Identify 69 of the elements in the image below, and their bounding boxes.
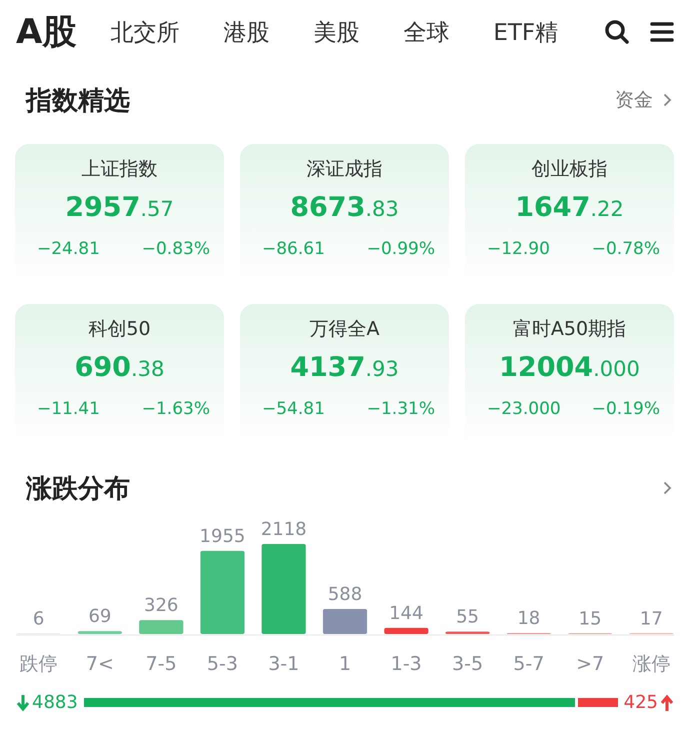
market-tab[interactable]: A股 <box>16 9 76 55</box>
market-tab[interactable]: ETF精 <box>493 16 558 48</box>
bar-value: 144 <box>389 602 424 624</box>
index-name: 富时A50期指 <box>512 317 626 342</box>
change-percent: −0.99% <box>366 239 435 259</box>
index-value: 1647.22 <box>515 192 624 223</box>
index-value: 4137.93 <box>290 352 399 383</box>
category-label: >7 <box>576 653 604 675</box>
category-label: 3-5 <box>452 653 484 675</box>
chevron-icon[interactable] <box>663 93 672 107</box>
change-value: −11.41 <box>37 399 100 419</box>
change-value: −12.90 <box>487 239 550 259</box>
market-tab[interactable]: 全球 <box>403 16 450 48</box>
index-value: 2957.57 <box>65 192 174 223</box>
category-label: 3-1 <box>268 653 300 675</box>
bar-value: 15 <box>578 608 602 630</box>
bar-value: 55 <box>456 606 479 628</box>
change-value: −24.81 <box>37 239 100 259</box>
category-label: 跌停 <box>20 653 58 675</box>
index-value: 8673.83 <box>290 192 399 223</box>
category-label: 5-7 <box>513 653 544 675</box>
bar-value: 69 <box>88 606 112 628</box>
index-name: 创业板指 <box>532 157 608 182</box>
index-value: 690.38 <box>74 352 164 383</box>
change-percent: −0.19% <box>592 399 660 419</box>
bar <box>384 628 428 634</box>
index-value: 12004.000 <box>499 352 640 383</box>
down-arrow-icon <box>16 694 30 712</box>
change-value: −23.000 <box>487 399 561 419</box>
funds-link[interactable]: 资金 <box>615 87 653 113</box>
change-percent: −0.83% <box>142 239 210 259</box>
change-value: −54.81 <box>262 399 325 419</box>
bar <box>139 620 184 634</box>
index-name: 深证成指 <box>306 157 382 182</box>
index-name: 科创50 <box>88 317 151 342</box>
bar-value: 18 <box>517 608 540 630</box>
bar-value: 1955 <box>200 526 246 547</box>
category-label: 7-5 <box>146 653 177 675</box>
change-value: −86.61 <box>262 239 325 259</box>
change-percent: −1.63% <box>142 399 210 419</box>
bar-value: 588 <box>328 584 362 606</box>
index-name: 万得全A <box>310 317 380 342</box>
bar-value: 2118 <box>260 520 307 540</box>
market-tab[interactable]: 美股 <box>313 16 360 48</box>
up-arrow-icon <box>660 694 674 712</box>
section-title: 指数精选 <box>26 84 130 118</box>
bar-value: 6 <box>32 608 44 630</box>
chevron-icon[interactable] <box>663 481 672 495</box>
category-label: 1-3 <box>390 653 422 675</box>
bar-value: 326 <box>144 595 178 616</box>
index-name: 上证指数 <box>82 157 158 182</box>
up-count: 425 <box>624 692 674 713</box>
menu-icon[interactable] <box>650 21 674 43</box>
change-percent: −1.31% <box>366 399 435 419</box>
down-count: 4883 <box>16 692 78 713</box>
market-tab[interactable]: 港股 <box>223 16 270 48</box>
bar <box>445 632 490 634</box>
search-icon[interactable] <box>604 19 630 45</box>
bar <box>78 631 122 634</box>
category-label: 5-3 <box>206 653 238 675</box>
market-tab[interactable]: 北交所 <box>110 16 180 48</box>
change-percent: −0.78% <box>592 239 660 259</box>
category-label: 7< <box>86 653 114 675</box>
section-title: 涨跌分布 <box>26 472 130 506</box>
category-label: 1 <box>338 653 352 675</box>
up-share-bar <box>578 698 618 707</box>
bar <box>322 609 368 634</box>
bar-value: 17 <box>640 608 663 630</box>
category-label: 涨停 <box>632 653 670 675</box>
